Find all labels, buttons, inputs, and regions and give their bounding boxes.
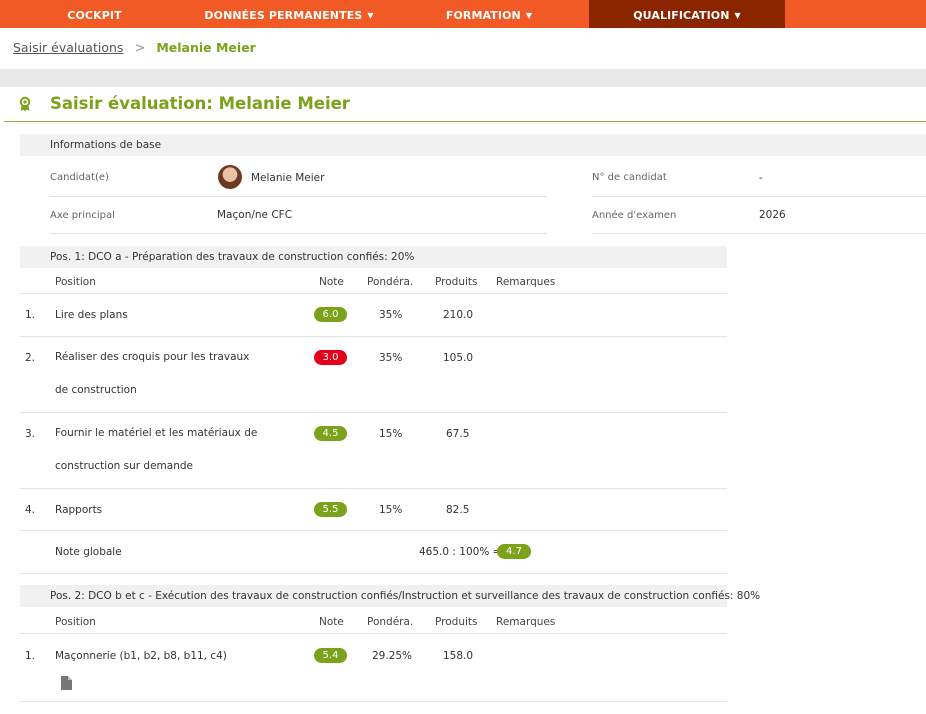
- row-weight: 15%: [379, 504, 403, 516]
- divider: [592, 233, 926, 234]
- nav-donnees-permanentes[interactable]: DONNÉES PERMANENTES ▼: [189, 0, 389, 28]
- note-badge: 4.5: [314, 426, 347, 441]
- section-heading-base-info: Informations de base: [20, 134, 926, 156]
- divider: [50, 196, 547, 197]
- exam-year-label: Année d'examen: [592, 210, 677, 221]
- column-header-products: Produits: [435, 276, 478, 288]
- row-position: Lire des plans: [55, 309, 128, 321]
- nav-cockpit[interactable]: COCKPIT: [0, 0, 189, 28]
- column-header-remarks: Remarques: [496, 276, 556, 288]
- exam-year-value: 2026: [759, 209, 786, 221]
- row-weight: 15%: [379, 428, 403, 440]
- row-product: 210.0: [443, 309, 474, 321]
- column-header-remarks: Remarques: [496, 616, 556, 628]
- column-header-weight: Pondéra.: [367, 616, 414, 628]
- divider: [50, 233, 547, 234]
- total-formula: 465.0 : 100% =: [419, 546, 502, 558]
- nav-label: COCKPIT: [67, 9, 122, 22]
- nav-formation[interactable]: FORMATION ▼: [389, 0, 589, 28]
- award-icon: [19, 96, 31, 111]
- row-position: Réaliser des croquis pour les travaux de…: [55, 351, 250, 396]
- row-number: 4.: [25, 504, 36, 516]
- candidate-name: Melanie Meier: [251, 172, 325, 184]
- divider: [20, 573, 727, 574]
- column-header-note: Note: [319, 616, 344, 628]
- nav-label: QUALIFICATION: [633, 9, 730, 22]
- chevron-right-icon: >: [134, 41, 146, 56]
- divider: [20, 701, 727, 702]
- column-header-position: Position: [55, 616, 96, 628]
- nav-label: FORMATION: [445, 9, 521, 22]
- divider: [20, 530, 727, 531]
- caret-down-icon: ▼: [525, 11, 533, 20]
- top-navigation: COCKPIT DONNÉES PERMANENTES ▼ FORMATION ▼ …: [0, 0, 926, 28]
- caret-down-icon: ▼: [734, 11, 741, 20]
- axis-label: Axe principal: [50, 210, 115, 221]
- divider: [20, 633, 727, 634]
- row-number: 1.: [25, 650, 36, 662]
- candidate-label: Candidat(e): [50, 172, 109, 183]
- row-position: Maçonnerie (b1, b2, b8, b11, c4): [55, 650, 227, 662]
- column-header-position: Position: [55, 276, 96, 288]
- page-title: Saisir évaluation: Melanie Meier: [50, 94, 350, 113]
- column-header-note: Note: [319, 276, 344, 288]
- divider: [20, 293, 727, 294]
- candidate-number-value: -: [759, 172, 763, 184]
- avatar: [218, 165, 242, 189]
- candidate-number-label: N° de candidat: [592, 172, 667, 183]
- divider: [20, 336, 727, 337]
- note-badge: 5.5: [314, 502, 347, 517]
- row-product: 82.5: [446, 504, 470, 516]
- row-weight: 35%: [379, 352, 403, 364]
- row-product: 158.0: [443, 650, 474, 662]
- row-position: Rapports: [55, 504, 103, 516]
- column-header-weight: Pondéra.: [367, 276, 414, 288]
- breadcrumb-link-saisir-evaluations[interactable]: Saisir évaluations: [13, 40, 123, 55]
- section-heading-pos2: Pos. 2: DCO b et c - Exécution des trava…: [20, 585, 760, 607]
- breadcrumb-current: Melanie Meier: [156, 40, 256, 55]
- note-badge: 5.4: [314, 648, 347, 663]
- row-number: 2.: [25, 352, 36, 364]
- nav-qualification[interactable]: QUALIFICATION ▼: [589, 0, 785, 28]
- row-product: 105.0: [443, 352, 474, 364]
- total-label: Note globale: [55, 546, 122, 558]
- note-badge: 3.0: [314, 350, 347, 365]
- divider: [20, 488, 727, 489]
- row-number: 3.: [25, 428, 36, 440]
- section-heading-text: Pos. 1: DCO a - Préparation des travaux …: [50, 251, 415, 263]
- divider: [592, 196, 926, 197]
- note-badge: 6.0: [314, 307, 347, 322]
- section-heading-text: Informations de base: [50, 139, 162, 151]
- page-title-row: Saisir évaluation: Melanie Meier: [4, 87, 926, 122]
- nav-label: DONNÉES PERMANENTES: [204, 9, 363, 22]
- row-position: Fournir le matériel et les matériaux de …: [55, 427, 258, 472]
- axis-value: Maçon/ne CFC: [217, 209, 293, 221]
- divider: [20, 412, 727, 413]
- total-note-badge: 4.7: [497, 544, 531, 559]
- divider-band: [0, 69, 926, 87]
- column-header-products: Produits: [435, 616, 478, 628]
- caret-down-icon: ▼: [367, 11, 374, 20]
- row-weight: 35%: [379, 309, 403, 321]
- section-heading-text: Pos. 2: DCO b et c - Exécution des trava…: [50, 590, 761, 602]
- row-weight: 29.25%: [372, 650, 413, 662]
- breadcrumb: Saisir évaluations > Melanie Meier: [13, 40, 256, 56]
- row-product: 67.5: [446, 428, 470, 440]
- document-icon[interactable]: [61, 676, 72, 690]
- row-number: 1.: [25, 309, 36, 321]
- section-heading-pos1: Pos. 1: DCO a - Préparation des travaux …: [20, 246, 727, 268]
